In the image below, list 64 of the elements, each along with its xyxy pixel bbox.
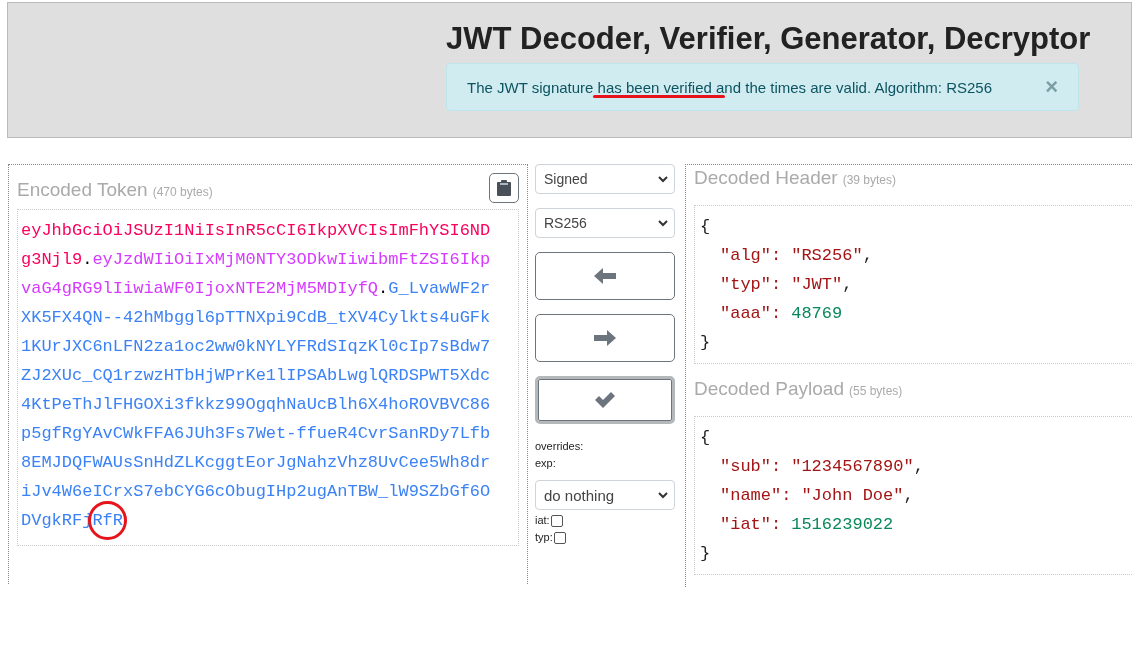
byte-count: (55 bytes)	[849, 384, 903, 398]
action-button[interactable]	[535, 376, 675, 424]
chevron-down-icon	[658, 491, 668, 499]
token-header: g3Njl9	[21, 249, 83, 271]
byte-count: (470 bytes)	[152, 185, 213, 199]
json-comma: ,	[913, 456, 924, 478]
json-key: "aaa":	[720, 299, 782, 328]
json-key: "iat":	[720, 510, 782, 539]
panel-title: Decoded Payload	[694, 378, 844, 400]
json-value: "RS256"	[791, 245, 863, 267]
json-key: "alg":	[720, 241, 782, 270]
token-signature: iJv4W6eICrxS7ebCYG6cObugIHp2ugAnTBW_lW9SZbGf6O	[21, 481, 491, 503]
exp-select[interactable]: do nothing	[535, 480, 675, 510]
token-separator: .	[378, 278, 389, 300]
token-payload: eyJzdWIiOiIxMjM0NTY3ODkwIiwibmFtZSI6Ikp	[92, 249, 491, 271]
json-key: "sub":	[720, 452, 782, 481]
alert-message: The JWT signature has been verified and the times are valid. Algorithm: RS256	[467, 78, 992, 96]
json-key: "name":	[720, 481, 792, 510]
clipboard-icon	[497, 180, 511, 196]
circled-token-text: RfR	[88, 501, 128, 540]
page-title: JWT Decoder, Verifier, Generator, Decryptor	[446, 21, 1091, 57]
checkmark-icon	[595, 392, 615, 408]
arrow-left-icon	[594, 268, 616, 284]
chevron-down-icon	[658, 175, 668, 183]
json-comma: ,	[842, 274, 853, 296]
checkbox-label: iat:	[535, 513, 550, 528]
json-comma: ,	[903, 485, 914, 507]
json-value: 1516239022	[791, 514, 894, 536]
json-brace: {	[700, 216, 711, 238]
panel-title: Decoded Header	[694, 167, 838, 189]
algorithm-select[interactable]: RS256	[535, 208, 675, 238]
token-signature: XK5FX4QN--42hMbggl6pTTNXpi9CdB_tXV4Cylkts4uGFk	[21, 307, 491, 329]
checkbox[interactable]	[553, 531, 566, 544]
token-separator: .	[82, 249, 93, 271]
json-brace: }	[700, 332, 711, 354]
token-signature: G_LvawWF2r	[388, 278, 491, 300]
action-button[interactable]	[535, 252, 675, 300]
panel-title: Encoded Token	[17, 179, 148, 201]
json-value: "John Doe"	[801, 485, 904, 507]
checkbox[interactable]	[550, 514, 563, 527]
token-payload: vaG4gRG9lIiwiaWF0IjoxNTE2MjM5MDIyfQ	[21, 278, 379, 300]
action-button[interactable]	[535, 314, 675, 362]
token-signature: 4KtPeThJlFHGOXi3fkkz99OgqhNaUcBlh6X4hoROVBVC86	[21, 394, 491, 416]
exp-label: exp:	[535, 456, 557, 471]
token-input[interactable]	[17, 209, 519, 546]
checkbox-label: typ:	[535, 530, 553, 545]
json-value: "JWT"	[791, 274, 843, 296]
byte-count: (39 bytes)	[842, 173, 896, 187]
token-header: eyJhbGciOiJSUzI1NiIsInR5cCI6IkpXVCIsImFhYSI6ND	[21, 220, 491, 242]
json-key: "typ":	[720, 270, 782, 299]
chevron-down-icon	[658, 219, 668, 227]
json-comma: ,	[862, 245, 873, 267]
json-brace: {	[700, 427, 711, 449]
mode-select[interactable]: Signed	[535, 164, 675, 194]
token-signature: 8EMJDQFWAUsSnHdZLKcggtEorJgNahzVhz8UvCee5Wh8dr	[21, 452, 491, 474]
token-signature: 1KUrJXC6nLFN2za1oc2ww0kNYLYFRdSIqzKl0cIp7sBdw7	[21, 336, 491, 358]
json-brace: }	[700, 543, 711, 565]
arrow-right-icon	[594, 330, 616, 346]
clipboard-button[interactable]	[489, 173, 519, 203]
json-value: 48769	[791, 303, 843, 325]
overrides-label: overrides:	[535, 439, 585, 454]
json-value: "1234567890"	[791, 456, 914, 478]
token-signature: ZJ2XUc_CQ1rzwzHTbHjWPrKe1lIPSAbLwglQRDSPWT5Xdc	[21, 365, 491, 387]
token-signature: p5gfRgYAvCWkFFA6JUh3Fs7Wet-ffueR4CvrSanRDy7Lfb	[21, 423, 491, 445]
